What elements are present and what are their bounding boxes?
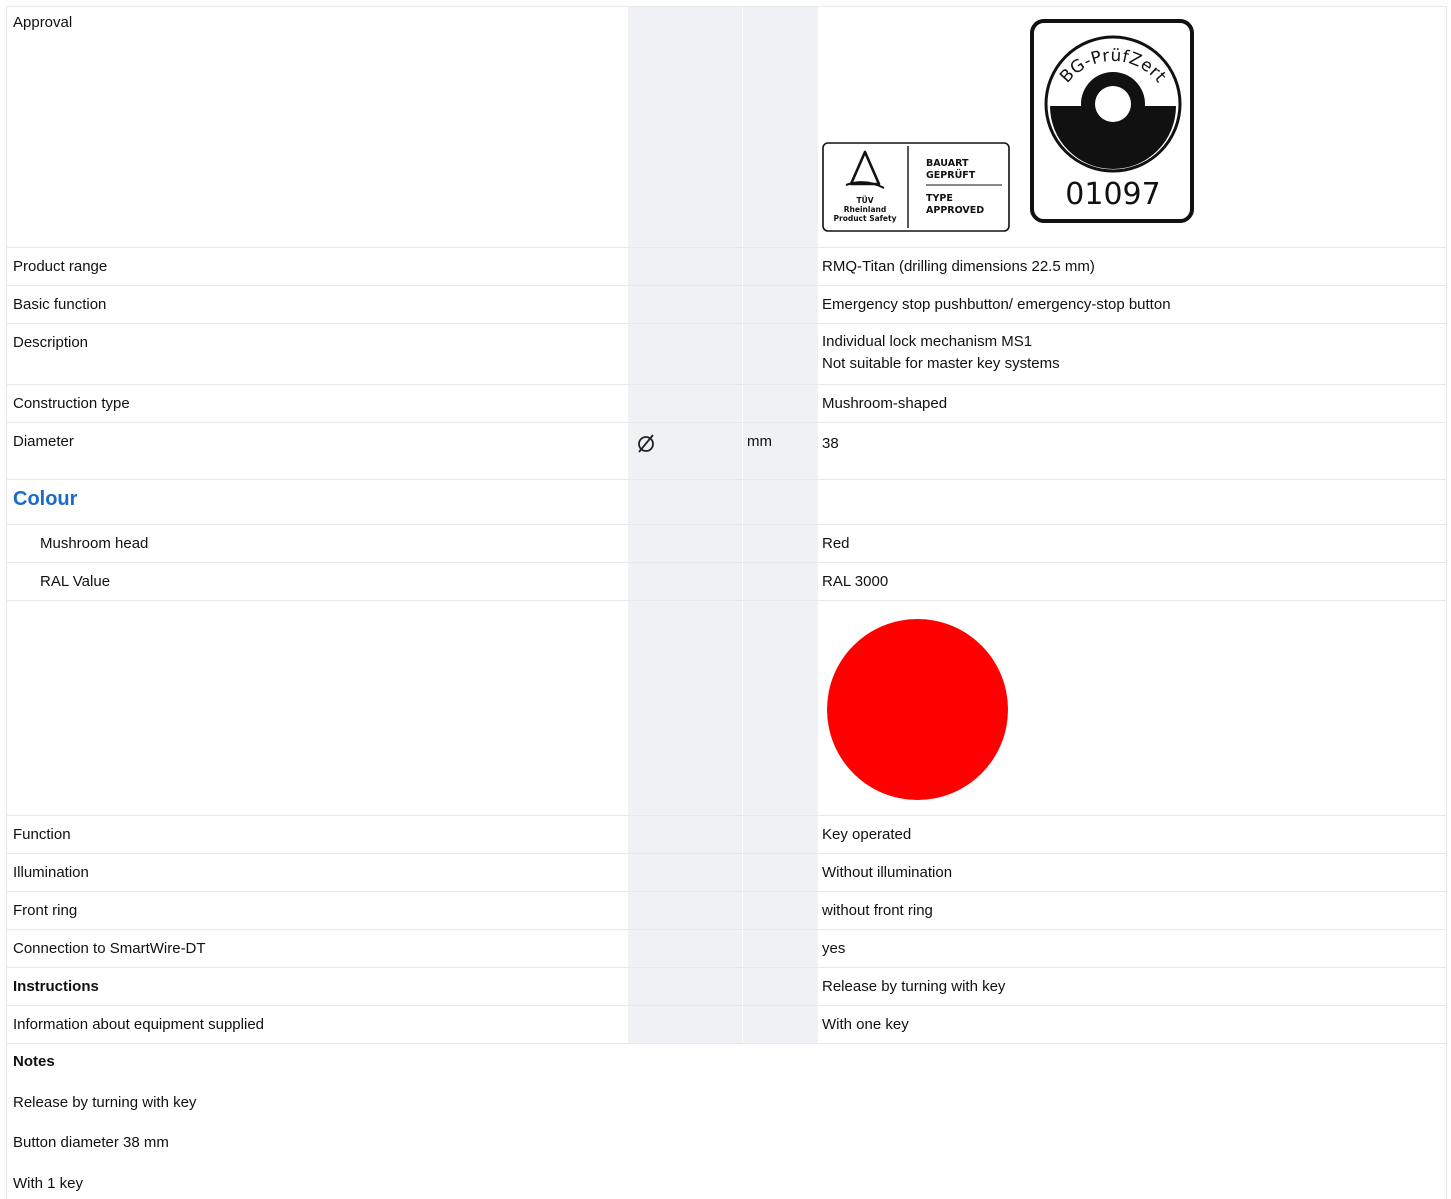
function-value: Key operated: [822, 826, 912, 843]
basic-function-value: Emergency stop pushbutton/ emergency-sto…: [822, 296, 1171, 313]
row-description: Description Individual lock mechanism MS…: [7, 324, 1446, 385]
row-front-ring: Front ring without front ring: [7, 892, 1446, 930]
row-basic-function: Basic function Emergency stop pushbutton…: [7, 286, 1446, 324]
colour-swatch: [827, 619, 1008, 800]
row-mushroom-head: Mushroom head Red: [7, 525, 1446, 563]
basic-function-label: Basic function: [13, 296, 107, 313]
row-instructions: Instructions Release by turning with key: [7, 968, 1446, 1006]
description-value-line2: Not suitable for master key systems: [822, 355, 1060, 372]
approval-label: Approval: [13, 14, 73, 31]
tuv-text-gepruft: GEPRÜFT: [926, 170, 976, 181]
equipment-label: Information about equipment supplied: [13, 1016, 265, 1033]
product-range-label: Product range: [13, 258, 108, 275]
diameter-unit: mm: [747, 433, 772, 450]
row-illumination: Illumination Without illumination: [7, 854, 1446, 892]
product-range-value: RMQ-Titan (drilling dimensions 22.5 mm): [822, 258, 1095, 275]
row-ral-value: RAL Value RAL 3000: [7, 563, 1446, 601]
front-ring-label: Front ring: [13, 902, 78, 919]
tuv-org-line2: Rheinland: [844, 205, 886, 214]
tuv-text-type: TYPE: [926, 193, 953, 204]
construction-type-value: Mushroom-shaped: [822, 395, 948, 412]
smartwire-value: yes: [822, 940, 846, 957]
colour-section-title: Colour: [13, 488, 78, 510]
row-colour-heading: Colour: [7, 480, 1446, 525]
description-value-line1: Individual lock mechanism MS1: [822, 333, 1033, 350]
front-ring-value: without front ring: [822, 902, 933, 919]
row-approval: Approval TÜV Rheinland Product Safety BA…: [7, 7, 1446, 248]
smartwire-label: Connection to SmartWire-DT: [13, 940, 206, 957]
tuv-text-approved: APPROVED: [926, 205, 984, 216]
construction-type-label: Construction type: [13, 395, 130, 412]
ral-value-label: RAL Value: [40, 573, 111, 590]
diameter-symbol-icon: [638, 434, 654, 453]
row-function: Function Key operated: [7, 816, 1446, 854]
tuv-type-approved-badge: TÜV Rheinland Product Safety BAUART GEPR…: [822, 142, 1010, 232]
note-item: Release by turning with key: [13, 1094, 197, 1111]
bg-cert-number: 01097: [1065, 177, 1160, 212]
instructions-label: Instructions: [13, 978, 99, 995]
description-label: Description: [13, 334, 89, 351]
instructions-value: Release by turning with key: [822, 978, 1006, 995]
row-construction-type: Construction type Mushroom-shaped: [7, 385, 1446, 423]
ral-value-value: RAL 3000: [822, 573, 889, 590]
row-diameter: Diameter mm 38: [7, 423, 1446, 480]
diameter-label: Diameter: [13, 433, 74, 450]
bg-pruefzert-badge: BG-PrüfZert 01097: [1030, 19, 1194, 223]
mushroom-head-label: Mushroom head: [40, 535, 149, 552]
notes-title: Notes: [13, 1053, 55, 1070]
description-value: Individual lock mechanism MS1 Not suitab…: [822, 331, 1060, 375]
row-equipment: Information about equipment supplied Wit…: [7, 1006, 1446, 1044]
equipment-value: With one key: [822, 1016, 909, 1033]
diameter-value: 38: [822, 435, 839, 452]
tuv-org-line1: TÜV: [856, 196, 873, 205]
tuv-org-line3: Product Safety: [834, 214, 897, 223]
note-item: With 1 key: [13, 1175, 84, 1192]
illumination-value: Without illumination: [822, 864, 953, 881]
datasheet-table: Approval TÜV Rheinland Product Safety BA…: [6, 6, 1447, 1199]
illumination-label: Illumination: [13, 864, 89, 881]
row-product-range: Product range RMQ-Titan (drilling dimens…: [7, 248, 1446, 286]
row-colour-swatch: [7, 601, 1446, 816]
function-label: Function: [13, 826, 71, 843]
row-smartwire: Connection to SmartWire-DT yes: [7, 930, 1446, 968]
mushroom-head-value: Red: [822, 535, 850, 552]
tuv-text-bauart: BAUART: [926, 158, 969, 169]
note-item: Button diameter 38 mm: [13, 1134, 169, 1151]
